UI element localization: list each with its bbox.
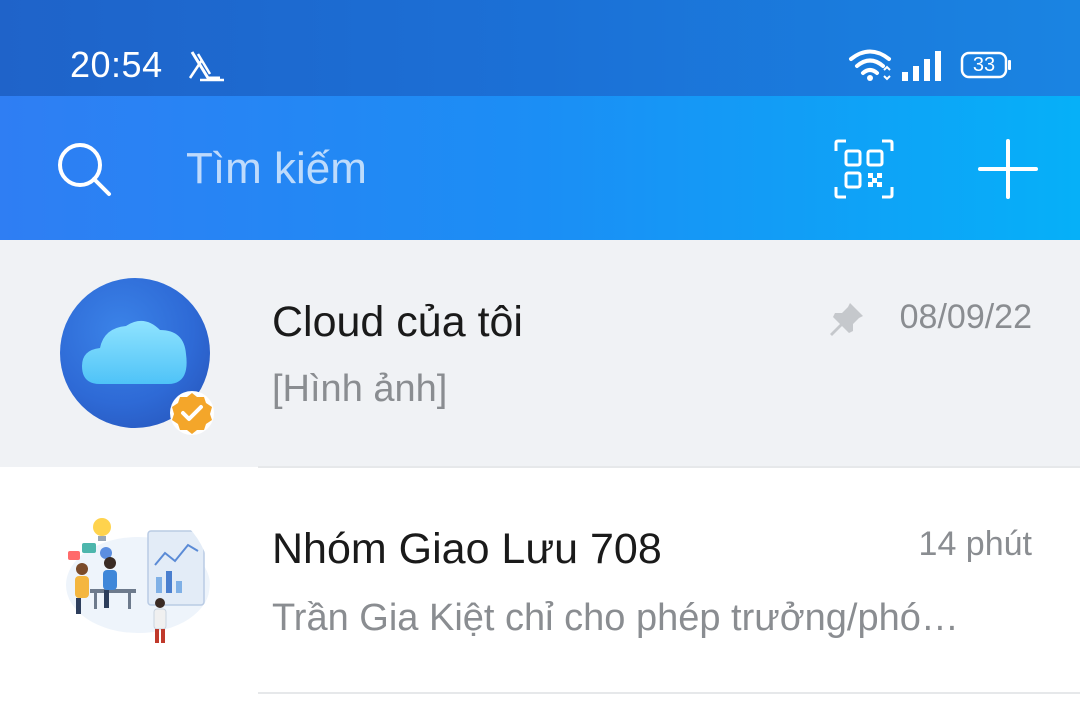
conversation-item-group[interactable]: Nhóm Giao Lưu 708 Trần Gia Kiệt chỉ cho … xyxy=(0,467,1080,694)
status-bar: 20:54 33 xyxy=(0,0,1080,96)
status-time: 20:54 xyxy=(70,44,163,85)
search-icon[interactable] xyxy=(54,139,114,199)
reader-app-icon xyxy=(188,51,224,82)
conversation-time: 08/09/22 xyxy=(899,298,1032,336)
qr-code-icon[interactable] xyxy=(832,137,896,201)
cellular-signal-icon xyxy=(902,51,941,81)
conversation-name: Cloud của tôi xyxy=(272,298,523,346)
conversation-name: Nhóm Giao Lưu 708 xyxy=(272,525,662,573)
plus-icon[interactable] xyxy=(976,137,1040,201)
conversation-time: 14 phút xyxy=(918,525,1032,563)
conversation-item-cloud[interactable]: Cloud của tôi [Hình ảnh] 08/09/22 xyxy=(0,240,1080,467)
team-illustration-icon xyxy=(66,518,210,643)
search-input[interactable] xyxy=(170,136,770,202)
battery-level: 33 xyxy=(972,54,996,76)
wifi-icon xyxy=(849,49,891,81)
divider xyxy=(258,692,1080,694)
group-avatar xyxy=(60,505,210,655)
conversation-preview: Trần Gia Kiệt chỉ cho phép trưởng/phó… xyxy=(272,597,959,639)
pin-icon xyxy=(830,303,863,336)
conversation-preview: [Hình ảnh] xyxy=(272,368,448,410)
verified-badge-icon xyxy=(170,391,214,435)
divider xyxy=(258,466,1080,468)
